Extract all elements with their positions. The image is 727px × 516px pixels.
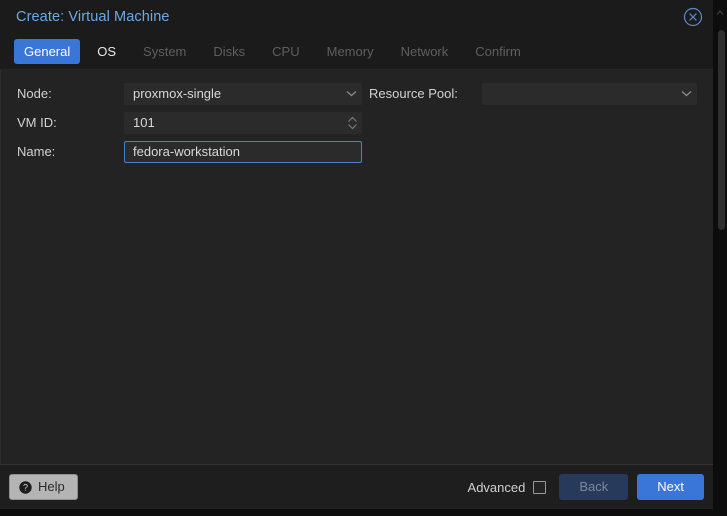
vmid-value: 101 <box>125 115 343 130</box>
general-form: Node: proxmox-single Resource Pool: <box>1 79 713 166</box>
node-label: Node: <box>17 86 124 101</box>
spinner-updown-icon[interactable] <box>343 113 361 133</box>
help-button-label: Help <box>38 479 65 495</box>
tab-memory[interactable]: Memory <box>317 39 384 64</box>
name-label: Name: <box>17 144 124 159</box>
advanced-label: Advanced <box>468 480 526 495</box>
create-vm-dialog: Create: Virtual Machine General OS Syste… <box>0 0 713 509</box>
name-input[interactable]: fedora-workstation <box>124 141 362 163</box>
resource-pool-label: Resource Pool: <box>362 86 482 101</box>
close-circle-icon[interactable] <box>683 7 703 27</box>
chevron-down-icon[interactable] <box>341 84 361 104</box>
vmid-label: VM ID: <box>17 115 124 130</box>
tab-general[interactable]: General <box>14 39 80 64</box>
tab-network[interactable]: Network <box>391 39 459 64</box>
svg-text:?: ? <box>23 482 28 492</box>
advanced-checkbox[interactable] <box>533 481 546 494</box>
tab-os[interactable]: OS <box>87 39 126 64</box>
page-scrollbar-thumb[interactable] <box>718 30 725 230</box>
help-button[interactable]: ? Help <box>9 474 78 500</box>
scroll-up-arrow-icon[interactable] <box>716 4 724 12</box>
dialog-title: Create: Virtual Machine <box>16 9 170 25</box>
page-scroll-strip <box>713 0 727 516</box>
next-button[interactable]: Next <box>637 474 704 500</box>
node-value: proxmox-single <box>125 86 341 101</box>
dialog-content: Node: proxmox-single Resource Pool: <box>0 70 713 464</box>
resource-pool-select[interactable] <box>482 83 697 105</box>
dialog-footer: ? Help Advanced Back Next <box>0 464 713 509</box>
tab-confirm[interactable]: Confirm <box>465 39 531 64</box>
wizard-tabbar: General OS System Disks CPU Memory Netwo… <box>0 33 713 70</box>
vmid-input[interactable]: 101 <box>124 112 362 134</box>
chevron-down-icon[interactable] <box>676 84 696 104</box>
tab-cpu[interactable]: CPU <box>262 39 309 64</box>
tab-disks[interactable]: Disks <box>203 39 255 64</box>
footer-actions: Advanced Back Next <box>468 474 704 500</box>
node-select[interactable]: proxmox-single <box>124 83 362 105</box>
name-value: fedora-workstation <box>125 144 361 159</box>
tab-system[interactable]: System <box>133 39 196 64</box>
question-circle-icon: ? <box>19 481 32 494</box>
dialog-titlebar: Create: Virtual Machine <box>0 0 713 33</box>
back-button[interactable]: Back <box>559 474 628 500</box>
